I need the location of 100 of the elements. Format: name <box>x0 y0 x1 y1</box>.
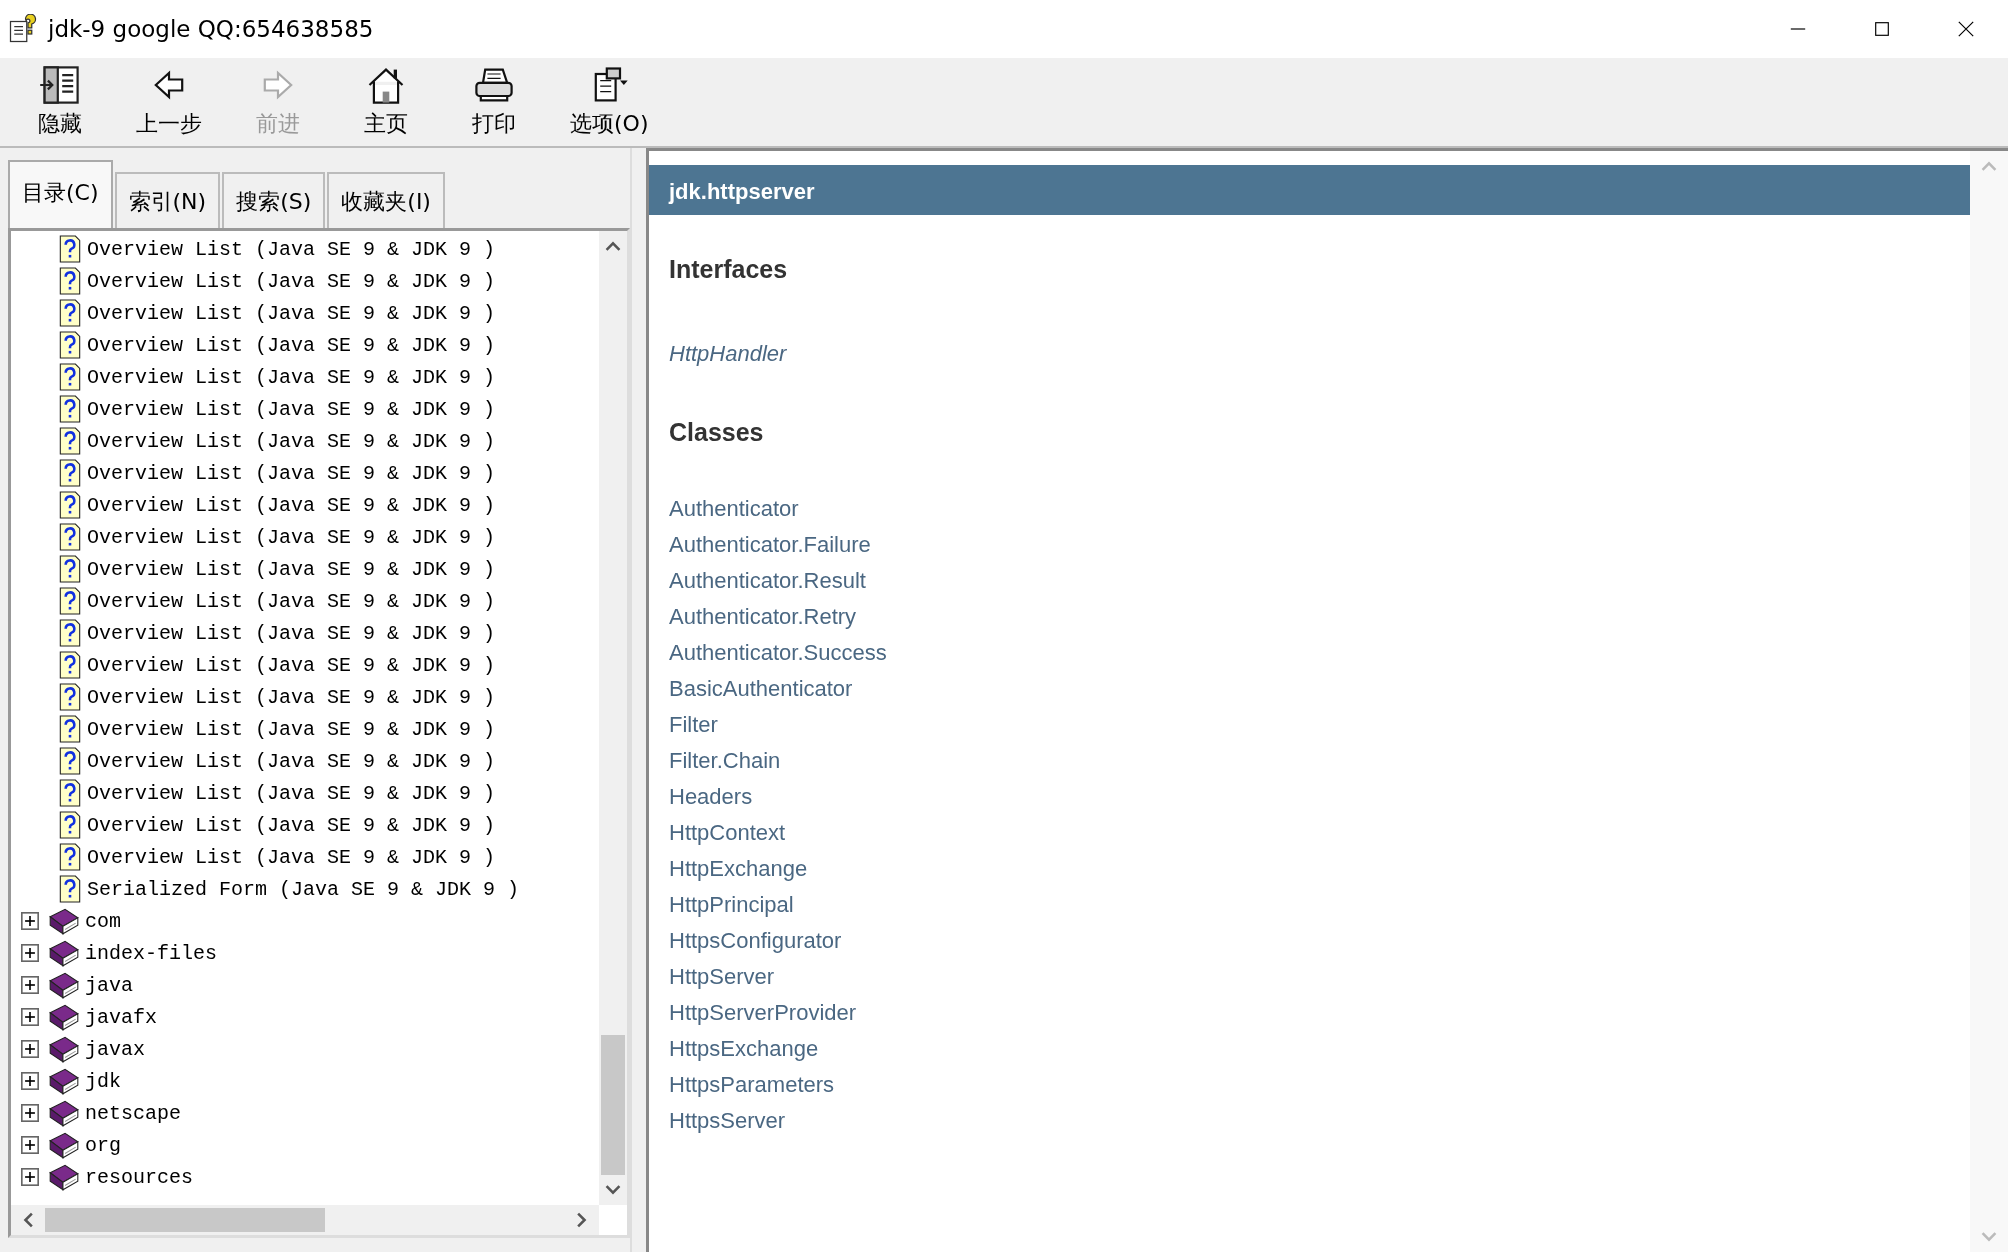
toolbar-button[interactable]: 打印 <box>452 61 536 143</box>
class-link[interactable]: Authenticator.Result <box>669 563 866 599</box>
tree-item[interactable]: Overview List (Java SE 9 & JDK 9 ) <box>87 813 496 837</box>
class-link[interactable]: Filter.Chain <box>669 743 781 779</box>
help-page-icon <box>59 811 81 839</box>
expand-icon[interactable] <box>21 1168 39 1186</box>
tree-item[interactable]: java <box>85 973 133 997</box>
help-page-icon <box>59 331 81 359</box>
tree-item[interactable]: Overview List (Java SE 9 & JDK 9 ) <box>87 397 496 421</box>
class-link[interactable]: HttpHandler <box>669 336 787 372</box>
help-page-icon <box>59 779 81 807</box>
tree-item[interactable]: Serialized Form (Java SE 9 & JDK 9 ) <box>87 877 520 901</box>
help-page-icon <box>59 843 81 871</box>
toolbar-button[interactable]: 选项(O) <box>560 61 659 143</box>
book-icon <box>47 1066 81 1096</box>
section-heading: Interfaces <box>668 254 789 284</box>
help-page-icon <box>59 363 81 391</box>
toolbar-button[interactable]: 主页 <box>344 61 428 143</box>
expand-icon[interactable] <box>21 1072 39 1090</box>
tree-item[interactable]: Overview List (Java SE 9 & JDK 9 ) <box>87 461 496 485</box>
tab[interactable]: 收藏夹(I) <box>327 172 445 228</box>
tree-item[interactable]: Overview List (Java SE 9 & JDK 9 ) <box>87 557 496 581</box>
help-page-icon <box>59 619 81 647</box>
tree-item[interactable]: Overview List (Java SE 9 & JDK 9 ) <box>87 781 496 805</box>
expand-icon[interactable] <box>21 976 39 994</box>
scroll-down-icon[interactable] <box>604 1183 622 1197</box>
tree-item[interactable]: Overview List (Java SE 9 & JDK 9 ) <box>87 365 496 389</box>
tree-item[interactable]: Overview List (Java SE 9 & JDK 9 ) <box>87 589 496 613</box>
help-page-icon <box>59 235 81 263</box>
tree-item[interactable]: com <box>85 909 121 933</box>
tree-item[interactable]: Overview List (Java SE 9 & JDK 9 ) <box>87 653 496 677</box>
class-link[interactable]: Authenticator.Failure <box>669 527 871 563</box>
tree-item[interactable]: org <box>85 1133 121 1157</box>
class-link[interactable]: HttpContext <box>669 815 786 851</box>
book-icon <box>47 1162 81 1192</box>
class-link[interactable]: HttpsServer <box>669 1103 786 1139</box>
tree-item[interactable]: javafx <box>85 1005 157 1029</box>
window-title: jdk-9 google QQ:654638585 <box>48 16 374 42</box>
class-link[interactable]: Authenticator <box>669 491 799 527</box>
tree-item[interactable]: Overview List (Java SE 9 & JDK 9 ) <box>87 301 496 325</box>
tree-item[interactable]: index-files <box>85 941 218 965</box>
tree-item[interactable]: Overview List (Java SE 9 & JDK 9 ) <box>87 525 496 549</box>
tab[interactable]: 索引(N) <box>114 172 221 228</box>
expand-icon[interactable] <box>21 1040 39 1058</box>
class-link[interactable]: HttpServer <box>669 959 775 995</box>
tree-item[interactable]: resources <box>85 1165 194 1189</box>
tab[interactable]: 搜索(S) <box>222 172 326 228</box>
vertical-scrollbar[interactable] <box>599 231 627 1205</box>
pane-splitter[interactable] <box>630 148 649 1252</box>
tree-item[interactable]: javax <box>85 1037 145 1061</box>
class-link[interactable]: BasicAuthenticator <box>669 671 853 707</box>
horizontal-scrollbar[interactable] <box>11 1205 599 1235</box>
expand-icon[interactable] <box>21 1104 39 1122</box>
tree-item[interactable]: Overview List (Java SE 9 & JDK 9 ) <box>87 269 496 293</box>
class-link[interactable]: HttpsParameters <box>669 1067 835 1103</box>
expand-icon[interactable] <box>21 944 39 962</box>
class-link[interactable]: HttpServerProvider <box>669 995 857 1031</box>
scroll-right-icon[interactable] <box>575 1211 589 1229</box>
class-link[interactable]: Filter <box>669 707 718 743</box>
scroll-thumb[interactable] <box>601 1035 625 1175</box>
help-page-icon <box>59 651 81 679</box>
toolbar-button[interactable]: 隐藏 <box>18 61 102 143</box>
tree-item[interactable]: Overview List (Java SE 9 & JDK 9 ) <box>87 333 496 357</box>
tree-item[interactable]: jdk <box>85 1069 121 1093</box>
expand-icon[interactable] <box>21 1136 39 1154</box>
class-link[interactable]: Authenticator.Success <box>669 635 887 671</box>
section-heading: Classes <box>668 417 765 447</box>
scroll-up-icon[interactable] <box>604 239 622 253</box>
class-link[interactable]: Headers <box>669 779 753 815</box>
scroll-thumb[interactable] <box>45 1208 325 1232</box>
book-icon <box>47 938 81 968</box>
book-icon <box>47 970 81 1000</box>
class-link[interactable]: HttpsExchange <box>669 1031 819 1067</box>
book-icon <box>47 1098 81 1128</box>
tree-item[interactable]: Overview List (Java SE 9 & JDK 9 ) <box>87 429 496 453</box>
class-link[interactable]: HttpsConfigurator <box>669 923 842 959</box>
toolbar-button[interactable]: 上一步 <box>126 61 212 143</box>
help-page-icon <box>59 747 81 775</box>
class-link[interactable]: HttpPrincipal <box>669 887 794 923</box>
expand-icon[interactable] <box>21 1008 39 1026</box>
tab[interactable]: 目录(C) <box>8 160 113 228</box>
class-link[interactable]: HttpExchange <box>669 851 808 887</box>
tree-item[interactable]: Overview List (Java SE 9 & JDK 9 ) <box>87 717 496 741</box>
help-file-icon <box>8 14 38 44</box>
tree-item[interactable]: Overview List (Java SE 9 & JDK 9 ) <box>87 685 496 709</box>
tree-item[interactable]: Overview List (Java SE 9 & JDK 9 ) <box>87 845 496 869</box>
class-link[interactable]: Authenticator.Retry <box>669 599 857 635</box>
book-icon <box>47 1002 81 1032</box>
expand-icon[interactable] <box>21 912 39 930</box>
help-page-icon <box>59 587 81 615</box>
tree-item[interactable]: Overview List (Java SE 9 & JDK 9 ) <box>87 237 496 261</box>
help-page-icon <box>59 523 81 551</box>
tree-item[interactable]: Overview List (Java SE 9 & JDK 9 ) <box>87 621 496 645</box>
help-page-icon <box>59 427 81 455</box>
help-page-icon <box>59 299 81 327</box>
tree-item[interactable]: Overview List (Java SE 9 & JDK 9 ) <box>87 749 496 773</box>
tree-item[interactable]: netscape <box>85 1101 181 1125</box>
help-page-icon <box>59 875 81 903</box>
scroll-left-icon[interactable] <box>21 1211 35 1229</box>
tree-item[interactable]: Overview List (Java SE 9 & JDK 9 ) <box>87 493 496 517</box>
